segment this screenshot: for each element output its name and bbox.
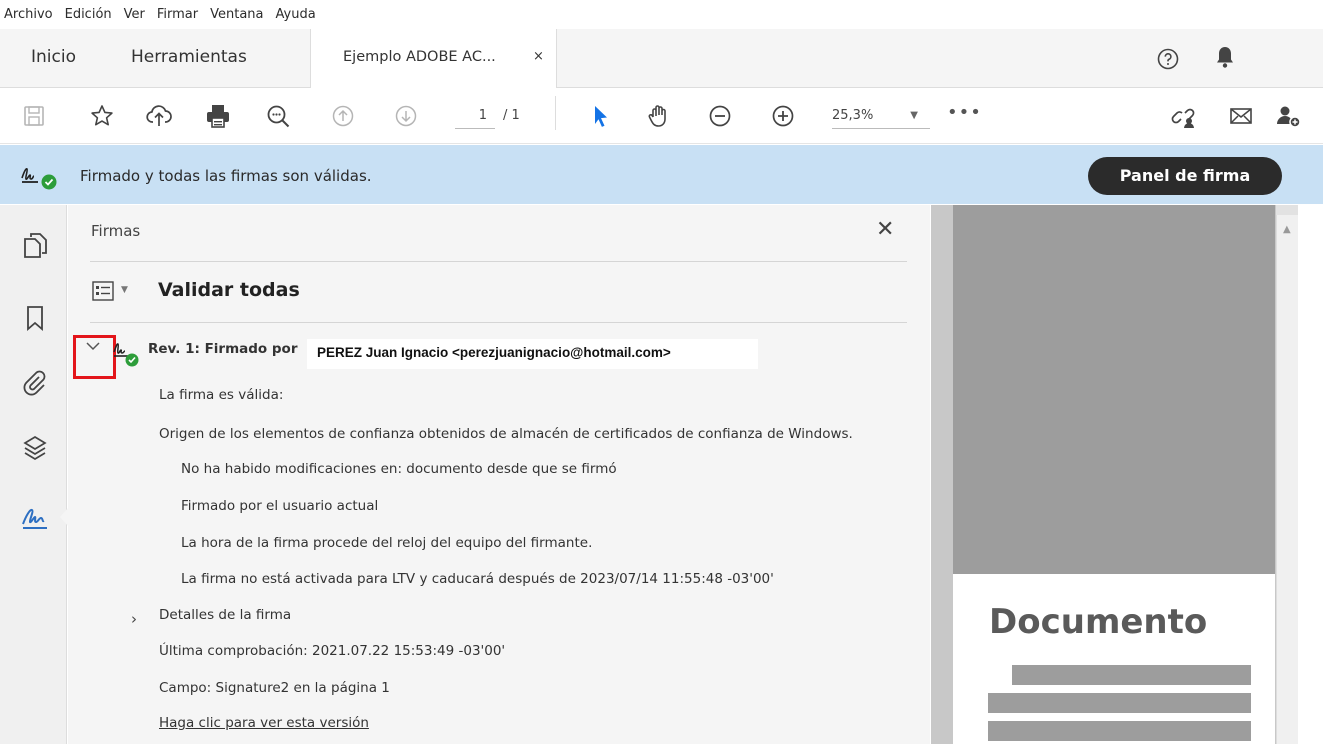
zoom-value: 25,3% (832, 108, 874, 123)
page-total: / 1 (503, 108, 520, 123)
save-icon[interactable] (20, 102, 48, 130)
help-icon[interactable] (1157, 48, 1179, 70)
detail-line: Firmado por el usuario actual (181, 498, 379, 514)
menu-ayuda[interactable]: Ayuda (276, 7, 316, 22)
right-margin (1298, 205, 1323, 744)
panel-title: Firmas (91, 222, 141, 240)
star-icon[interactable] (88, 102, 116, 130)
tab-document[interactable]: Ejemplo ADOBE AC... × (311, 29, 557, 89)
bookmark-icon[interactable] (20, 303, 50, 333)
page-number-input[interactable]: 1 (455, 105, 495, 129)
select-cursor-icon[interactable] (586, 102, 614, 130)
bell-icon[interactable] (1215, 45, 1235, 69)
active-rail-indicator (60, 508, 68, 526)
tab-tools[interactable]: Herramientas (131, 47, 247, 67)
add-user-icon[interactable] (1274, 102, 1302, 130)
page-up-icon[interactable] (329, 102, 357, 130)
zoom-out-icon[interactable] (706, 102, 734, 130)
detail-line: La firma no está activada para LTV y cad… (181, 571, 774, 587)
document-text-line (988, 693, 1251, 713)
scrollbar-thumb[interactable] (1276, 205, 1298, 215)
options-caret-icon[interactable]: ▼ (121, 285, 128, 295)
toolbar: 1 / 1 25,3% ▼ ••• (0, 88, 1323, 144)
signature-status-text: Firmado y todas las firmas son válidas. (80, 167, 372, 185)
hand-tool-icon[interactable] (645, 102, 673, 130)
zoom-search-icon[interactable] (264, 102, 292, 130)
options-list-icon[interactable] (92, 281, 114, 301)
vertical-scrollbar[interactable] (1276, 205, 1298, 744)
toolbar-divider (555, 96, 556, 130)
detail-line: La firma es válida: (159, 387, 284, 403)
page-thumbnails-icon[interactable] (20, 230, 50, 260)
signature-valid-icon (20, 161, 62, 191)
signer-name: PEREZ Juan Ignacio <perezjuanignacio@hot… (307, 339, 758, 369)
zoom-select[interactable]: 25,3% ▼ (832, 105, 930, 129)
tab-document-label: Ejemplo ADOBE AC... (343, 49, 496, 65)
menu-edicion[interactable]: Edición (65, 7, 112, 22)
menu-ver[interactable]: Ver (124, 7, 145, 22)
cloud-upload-icon[interactable] (145, 102, 173, 130)
email-icon[interactable] (1227, 102, 1255, 130)
menu-archivo[interactable]: Archivo (4, 7, 53, 22)
chevron-right-icon[interactable]: › (131, 610, 137, 628)
divider (90, 322, 907, 323)
view-version-link[interactable]: Haga clic para ver esta versión (159, 715, 369, 731)
revision-label[interactable]: Rev. 1: Firmado por (148, 341, 298, 357)
document-text-line (1012, 665, 1251, 685)
more-tools-button[interactable]: ••• (947, 102, 982, 123)
chevron-down-icon: ▼ (910, 110, 918, 121)
validate-all-button[interactable]: Validar todas (158, 279, 300, 301)
layers-icon[interactable] (20, 433, 50, 463)
attachment-icon[interactable] (20, 367, 50, 397)
highlight-box (73, 335, 116, 379)
navigation-rail (0, 205, 68, 744)
close-panel-button[interactable]: ✕ (876, 217, 894, 242)
field-text: Campo: Signature2 en la página 1 (159, 680, 390, 696)
document-heading: Documento (989, 602, 1208, 642)
detail-line: La hora de la firma procede del reloj de… (181, 535, 593, 551)
signature-details-toggle[interactable]: Detalles de la firma (159, 607, 291, 623)
share-link-icon[interactable] (1169, 102, 1197, 130)
last-check-text: Última comprobación: 2021.07.22 15:53:49… (159, 643, 506, 659)
tab-bar: Inicio Herramientas Ejemplo ADOBE AC... … (0, 29, 1323, 89)
signatures-icon[interactable] (20, 502, 50, 532)
tab-close-button[interactable]: × (533, 49, 544, 64)
menu-ventana[interactable]: Ventana (210, 7, 263, 22)
signature-status-bar: Firmado y todas las firmas son válidas. … (0, 145, 1323, 204)
scroll-up-arrow[interactable]: ▲ (1283, 224, 1291, 235)
document-text-line (988, 721, 1251, 741)
menu-firmar[interactable]: Firmar (157, 7, 198, 22)
signature-panel-button[interactable]: Panel de firma (1088, 157, 1282, 195)
detail-line: Origen de los elementos de confianza obt… (159, 426, 853, 442)
signature-valid-icon (113, 338, 143, 368)
print-icon[interactable] (204, 102, 232, 130)
zoom-in-icon[interactable] (769, 102, 797, 130)
divider (90, 261, 907, 262)
menu-bar: Archivo Edición Ver Firmar Ventana Ayuda (0, 0, 1323, 29)
detail-line: No ha habido modificaciones en: document… (181, 461, 617, 477)
tab-home[interactable]: Inicio (31, 47, 76, 67)
page-down-icon[interactable] (392, 102, 420, 130)
document-image-block (953, 205, 1275, 574)
